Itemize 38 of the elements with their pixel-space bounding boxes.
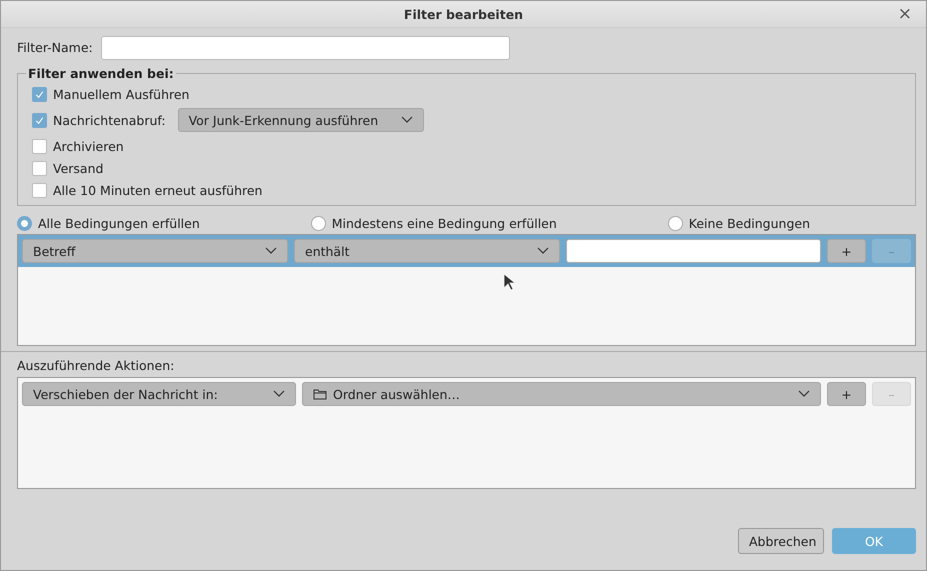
add-button[interactable]: + xyxy=(827,382,866,406)
window-title: Filter bearbeiten xyxy=(404,6,524,22)
radio-label[interactable]: Alle Bedingungen erfüllen xyxy=(38,216,200,230)
cursor-icon xyxy=(503,273,515,291)
checkbox-label[interactable]: Nachrichtenabruf: xyxy=(53,112,166,128)
radio-button[interactable] xyxy=(668,216,683,230)
radio-label[interactable]: Keine Bedingungen xyxy=(688,216,810,230)
checkbox[interactable] xyxy=(32,160,47,176)
cancel-button[interactable]: Abbrechen xyxy=(738,528,824,554)
add-button[interactable]: + xyxy=(827,239,866,263)
folder-dropdown[interactable]: Ordner auswählen… xyxy=(302,382,821,406)
radio-button[interactable] xyxy=(17,216,32,230)
checkbox[interactable] xyxy=(32,86,47,102)
chevron-icon xyxy=(265,247,277,255)
checkbox-label[interactable]: Versand xyxy=(53,160,104,176)
checkbox-label[interactable]: Archivieren xyxy=(53,138,124,154)
checkbox[interactable] xyxy=(32,182,47,198)
radio-button[interactable] xyxy=(310,216,326,230)
group-title: Filter anwenden bei: xyxy=(27,66,175,81)
chevron-icon xyxy=(537,247,549,255)
chevron-icon xyxy=(798,390,810,398)
value-field[interactable] xyxy=(566,239,821,263)
checkbox[interactable] xyxy=(32,112,47,128)
filter-name-field[interactable] xyxy=(100,36,510,60)
folder-icon xyxy=(313,388,327,400)
dropdown[interactable]: Verschieben der Nachricht in: xyxy=(22,382,296,406)
checkbox-label[interactable]: Alle 10 Minuten erneut ausführen xyxy=(53,182,262,198)
dropdown[interactable]: enthält xyxy=(294,239,560,263)
radio-label[interactable]: Mindestens eine Bedingung erfüllen xyxy=(332,216,557,230)
chevron-icon xyxy=(273,390,285,398)
dropdown[interactable]: Vor Junk-Erkennung ausführen xyxy=(178,108,424,132)
checkbox-label[interactable]: Manuellem Ausführen xyxy=(53,86,190,102)
chevron-icon xyxy=(400,116,413,124)
checkbox[interactable] xyxy=(32,138,47,154)
field-label: Filter-Name: xyxy=(17,40,93,55)
section-label: Auszuführende Aktionen: xyxy=(17,358,176,373)
close-button[interactable]: × xyxy=(894,4,916,24)
dropdown[interactable]: Betreff xyxy=(22,239,288,263)
